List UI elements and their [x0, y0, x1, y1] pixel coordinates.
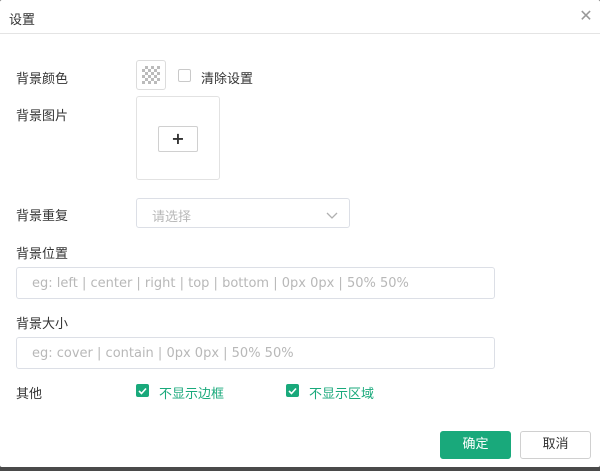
dialog-header: 设置 ✕: [0, 0, 600, 34]
other-label: 其他: [16, 387, 43, 402]
color-picker[interactable]: [136, 60, 166, 90]
dialog-title: 设置: [9, 13, 36, 28]
clear-setting-label[interactable]: 清除设置: [201, 68, 253, 87]
close-icon[interactable]: ✕: [578, 8, 594, 24]
plus-icon: +: [171, 129, 185, 148]
bg-position-label: 背景位置: [16, 247, 69, 262]
settings-dialog: 设置 ✕ 背景颜色 清除设置 背景图片 + 背景重复 请选择 背景位置 背景大小…: [0, 0, 600, 467]
bg-color-label: 背景颜色: [16, 72, 69, 87]
hide-area-label[interactable]: 不显示区域: [309, 383, 374, 402]
bg-size-label: 背景大小: [16, 317, 69, 332]
upload-button[interactable]: +: [158, 126, 198, 152]
confirm-button[interactable]: 确定: [440, 431, 511, 459]
bg-position-input[interactable]: [16, 267, 495, 299]
check-icon: [288, 387, 297, 395]
hide-border-checkbox[interactable]: [136, 384, 149, 397]
hide-border-label[interactable]: 不显示边框: [159, 383, 224, 402]
bg-repeat-label: 背景重复: [16, 209, 69, 224]
chevron-down-icon: [326, 209, 338, 224]
image-uploader: +: [136, 96, 220, 180]
bg-size-input[interactable]: [16, 337, 495, 369]
clear-setting-checkbox[interactable]: [178, 69, 191, 82]
cancel-button[interactable]: 取消: [520, 431, 591, 459]
select-placeholder: 请选择: [152, 210, 192, 225]
hide-area-checkbox[interactable]: [286, 384, 299, 397]
backdrop-strip: [0, 467, 600, 471]
bg-repeat-select[interactable]: 请选择: [136, 198, 350, 228]
check-icon: [138, 387, 147, 395]
bg-image-label: 背景图片: [16, 109, 69, 124]
transparent-swatch-icon: [142, 66, 160, 84]
